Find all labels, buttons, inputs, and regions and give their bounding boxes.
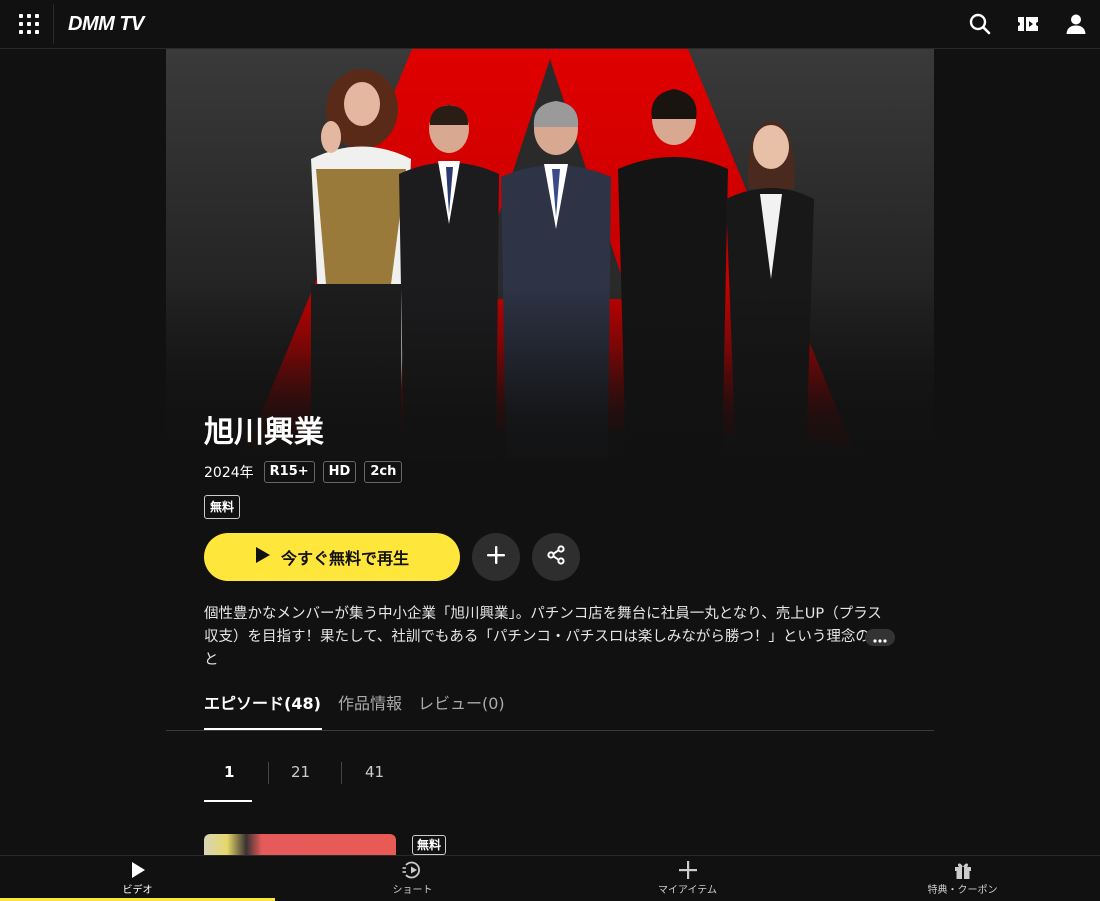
play-icon (129, 856, 147, 883)
search-icon[interactable] (968, 12, 992, 36)
page-21[interactable]: 21 (291, 762, 310, 782)
header-divider (53, 4, 54, 44)
plus-icon (678, 856, 697, 883)
audio-badge: 2ch (364, 461, 403, 483)
nav-video[interactable]: ビデオ (0, 856, 275, 901)
page-41[interactable]: 41 (365, 762, 384, 782)
rating-badge: R15+ (263, 461, 315, 483)
content-tabs: エピソード(48) 作品情報 レビュー(0) (166, 685, 934, 731)
share-icon (546, 545, 566, 569)
play-icon (255, 546, 271, 568)
short-play-icon (402, 856, 424, 883)
tab-work-info[interactable]: 作品情報 (338, 693, 402, 715)
ticket-icon[interactable] (1016, 12, 1040, 36)
nav-perks-coupons-label: 特典・クーポン (927, 885, 998, 896)
episode-free-badge: 無料 (412, 835, 447, 855)
nav-video-label: ビデオ (122, 885, 153, 896)
nav-perks-coupons[interactable]: 特典・クーポン (825, 856, 1100, 901)
nav-short[interactable]: ショート (275, 856, 550, 901)
top-bar: DMM TV (0, 0, 1100, 49)
play-button-label: 今すぐ無料で再生 (280, 549, 409, 568)
release-year: 2024年 (204, 465, 254, 481)
pager-divider (268, 762, 269, 784)
user-icon[interactable] (1064, 12, 1088, 36)
episode-thumbnail[interactable] (204, 834, 396, 856)
nav-short-label: ショート (392, 885, 433, 896)
tab-episodes[interactable]: エピソード(48) (204, 693, 321, 715)
quality-badge: HD (322, 461, 357, 483)
ellipsis-icon (873, 628, 887, 647)
play-free-button[interactable]: 今すぐ無料で再生 (204, 533, 460, 581)
free-badge: 無料 (204, 495, 241, 519)
nav-my-items-label: マイアイテム (658, 885, 717, 896)
page-title: 旭川興業 (204, 415, 324, 450)
page-1[interactable]: 1 (224, 762, 234, 782)
description-text: 個性豊かなメンバーが集う中小企業「旭川興業」。パチンコ店を舞台に社員一丸となり、… (204, 606, 885, 668)
grid-menu-icon[interactable] (19, 14, 39, 34)
pager-divider (341, 762, 342, 784)
meta-row: 2024年 R15+ HD 2ch (204, 460, 403, 484)
dmm-tv-logo[interactable]: DMM TV (68, 12, 144, 36)
gift-icon (954, 856, 972, 883)
plus-icon (486, 545, 506, 569)
active-page-indicator (204, 800, 252, 802)
tab-reviews[interactable]: レビュー(0) (418, 693, 505, 715)
nav-my-items[interactable]: マイアイテム (550, 856, 825, 901)
more-description-button[interactable] (865, 629, 895, 646)
add-to-list-button[interactable] (472, 533, 520, 581)
bottom-navigation: ビデオ ショート マイアイテム 特典・クーポン (0, 855, 1100, 901)
share-button[interactable] (532, 533, 580, 581)
active-tab-indicator (204, 728, 322, 730)
